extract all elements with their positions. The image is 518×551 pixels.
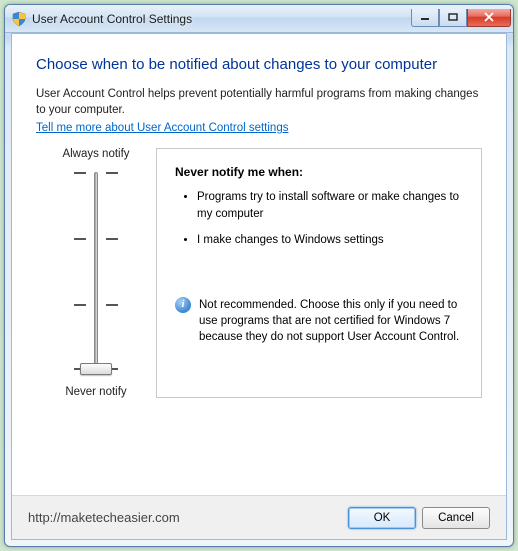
slider-thumb[interactable]: [80, 363, 112, 375]
source-url: http://maketecheasier.com: [28, 510, 342, 525]
uac-shield-icon: [11, 11, 27, 27]
recommendation-text: Not recommended. Choose this only if you…: [199, 297, 463, 345]
help-text: User Account Control helps prevent poten…: [36, 87, 482, 118]
list-item: I make changes to Windows settings: [197, 232, 463, 249]
learn-more-link[interactable]: Tell me more about User Account Control …: [36, 122, 288, 134]
slider-column: Always notify Never notify: [36, 148, 156, 398]
panel-bullet-list: Programs try to install software or make…: [179, 189, 463, 249]
slider-label-bottom: Never notify: [65, 386, 126, 398]
window-frame: User Account Control Settings Choose whe…: [4, 4, 514, 547]
footer-bar: http://maketecheasier.com OK Cancel: [12, 495, 506, 539]
ok-button[interactable]: OK: [348, 507, 416, 529]
client-area: Choose when to be notified about changes…: [11, 33, 507, 540]
list-item: Programs try to install software or make…: [197, 189, 463, 222]
cancel-button[interactable]: Cancel: [422, 507, 490, 529]
maximize-button[interactable]: [439, 9, 467, 27]
window-title: User Account Control Settings: [32, 12, 411, 26]
slider-label-top: Always notify: [62, 148, 129, 160]
recommendation-row: i Not recommended. Choose this only if y…: [175, 297, 463, 345]
description-panel: Never notify me when: Programs try to in…: [156, 148, 482, 398]
minimize-button[interactable]: [411, 9, 439, 27]
notification-slider[interactable]: [66, 168, 126, 378]
window-buttons: [411, 9, 511, 27]
main-instruction: Choose when to be notified about changes…: [36, 56, 482, 73]
info-icon: i: [175, 297, 191, 313]
panel-title: Never notify me when:: [175, 165, 463, 179]
title-bar[interactable]: User Account Control Settings: [5, 5, 513, 33]
close-button[interactable]: [467, 9, 511, 27]
